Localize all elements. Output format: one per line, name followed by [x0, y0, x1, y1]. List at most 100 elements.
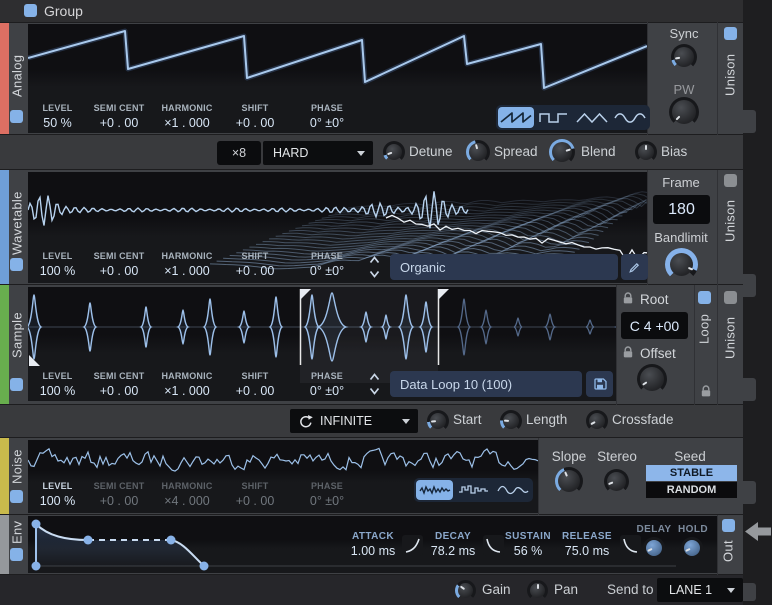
- param-label: HARMONIC: [152, 251, 222, 261]
- param-value: 100 %: [30, 264, 85, 278]
- crossfade-knob[interactable]: [586, 410, 608, 432]
- sample-semi-cent-field[interactable]: SEMI CENT +0 . 00: [88, 371, 150, 398]
- wavetable-phase-field[interactable]: PHASE 0° ±0°: [288, 251, 366, 278]
- loop-enable-checkbox[interactable]: [698, 291, 711, 304]
- route-tab-analog[interactable]: [743, 110, 756, 133]
- wavetable-enable-checkbox[interactable]: [10, 258, 23, 271]
- bandlimit-knob[interactable]: [665, 248, 698, 281]
- analog-unison-checkbox[interactable]: [724, 27, 737, 40]
- attack-field[interactable]: ATTACK 1.00 ms: [345, 531, 401, 558]
- route-tab-sample[interactable]: [743, 378, 756, 401]
- blend-knob[interactable]: [549, 139, 575, 165]
- delay-label: DELAY: [632, 524, 676, 535]
- gain-knob[interactable]: [455, 580, 476, 601]
- wavetable-level-field[interactable]: LEVEL 100 %: [30, 251, 85, 278]
- route-tab-wavetable[interactable]: [743, 274, 756, 297]
- offset-lock-icon[interactable]: [622, 346, 634, 359]
- sample-prev-next-chevrons[interactable]: [368, 370, 381, 398]
- noise-level-field[interactable]: LEVEL 100 %: [30, 481, 85, 508]
- hold-knob[interactable]: [681, 537, 703, 559]
- noise-semi-cent-field[interactable]: SEMI CENT +0 . 00: [88, 481, 150, 508]
- synth-group-panel: Group Analog LEVEL 50 % SEMI CENT +0 . 0…: [0, 0, 772, 605]
- offset-label: Offset: [640, 346, 676, 361]
- sustain-field[interactable]: SUSTAIN 56 %: [500, 531, 556, 558]
- noise-enable-checkbox[interactable]: [10, 490, 23, 503]
- blend-label: Blend: [581, 144, 616, 159]
- stage-label: SUSTAIN: [500, 531, 556, 542]
- sample-enable-checkbox[interactable]: [10, 378, 23, 391]
- delay-knob[interactable]: [643, 537, 665, 559]
- bias-knob[interactable]: [635, 141, 657, 163]
- preset-prev-next-chevrons[interactable]: [368, 253, 381, 281]
- offset-knob[interactable]: [637, 364, 667, 394]
- gain-label: Gain: [482, 582, 511, 597]
- analog-harmonic-field[interactable]: HARMONIC ×1 . 000: [152, 103, 222, 130]
- loop-start-knob[interactable]: [427, 410, 449, 432]
- unison-voices-field[interactable]: ×8: [217, 141, 261, 165]
- route-tab-output[interactable]: [743, 583, 756, 601]
- wavetable-preset-dropdown[interactable]: Organic: [390, 254, 618, 280]
- decay-field[interactable]: DECAY 78.2 ms: [425, 531, 481, 558]
- wavetable-unison-checkbox[interactable]: [724, 174, 737, 187]
- loop-lock-icon[interactable]: [700, 385, 712, 398]
- smooth-noise-icon[interactable]: [494, 480, 531, 500]
- attack-curve-button[interactable]: [402, 535, 423, 556]
- triangle-wave-icon[interactable]: [574, 107, 610, 128]
- analog-phase-field[interactable]: PHASE 0° ±0°: [288, 103, 366, 130]
- sample-unison-checkbox[interactable]: [724, 291, 737, 304]
- noise-wave-icon[interactable]: [416, 480, 453, 500]
- sample-save-button[interactable]: [586, 371, 613, 397]
- env-enable-checkbox[interactable]: [10, 548, 23, 561]
- noise-shift-field[interactable]: SHIFT +0 . 00: [224, 481, 286, 508]
- frame-value-field[interactable]: 180: [653, 195, 710, 224]
- analog-semi-cent-field[interactable]: SEMI CENT +0 . 00: [88, 103, 150, 130]
- param-label: SEMI CENT: [88, 481, 150, 491]
- unison-mode-dropdown[interactable]: HARD: [263, 141, 373, 165]
- root-label: Root: [640, 292, 669, 307]
- out-enable-checkbox[interactable]: [722, 519, 735, 532]
- root-lock-icon[interactable]: [622, 292, 634, 305]
- bias-label: Bias: [661, 144, 687, 159]
- noise-phase-field[interactable]: PHASE 0° ±0°: [288, 481, 366, 508]
- route-tab-noise[interactable]: [743, 481, 756, 504]
- sample-harmonic-field[interactable]: HARMONIC ×1 . 000: [152, 371, 222, 398]
- pw-knob[interactable]: [669, 97, 699, 127]
- detune-knob[interactable]: [383, 141, 405, 163]
- send-to-lane-dropdown[interactable]: LANE 1: [657, 578, 743, 602]
- wavetable-semi-cent-field[interactable]: SEMI CENT +0 . 00: [88, 251, 150, 278]
- seed-stable-button[interactable]: STABLE: [646, 465, 737, 481]
- sample-shift-field[interactable]: SHIFT +0 . 00: [224, 371, 286, 398]
- param-label: PHASE: [288, 371, 366, 381]
- release-curve-button[interactable]: [620, 535, 641, 556]
- seed-random-button[interactable]: RANDOM: [646, 482, 737, 498]
- sample-level-field[interactable]: LEVEL 100 %: [30, 371, 85, 398]
- release-field[interactable]: RELEASE 75.0 ms: [557, 531, 617, 558]
- param-label: PHASE: [288, 103, 366, 113]
- step-noise-icon[interactable]: [455, 480, 492, 500]
- sample-preset-dropdown[interactable]: Data Loop 10 (100): [390, 371, 582, 397]
- wavetable-edit-button[interactable]: [621, 254, 648, 280]
- wavetable-harmonic-field[interactable]: HARMONIC ×1 . 000: [152, 251, 222, 278]
- sample-phase-field[interactable]: PHASE 0° ±0°: [288, 371, 366, 398]
- sine-wave-icon[interactable]: [612, 107, 648, 128]
- sync-knob[interactable]: [671, 44, 697, 70]
- spread-knob[interactable]: [466, 140, 490, 164]
- loop-length-knob[interactable]: [500, 410, 522, 432]
- analog-enable-checkbox[interactable]: [10, 110, 23, 123]
- pan-knob[interactable]: [527, 580, 548, 601]
- analog-shift-field[interactable]: SHIFT +0 . 00: [224, 103, 286, 130]
- env-section-label: Env: [7, 517, 27, 547]
- param-value: +0 . 00: [88, 384, 150, 398]
- analog-level-field[interactable]: LEVEL 50 %: [30, 103, 85, 130]
- stereo-label: Stereo: [588, 449, 646, 464]
- slope-knob[interactable]: [555, 467, 583, 495]
- square-wave-icon[interactable]: [536, 107, 572, 128]
- bandlimit-label: Bandlimit: [644, 230, 718, 245]
- loop-mode-dropdown[interactable]: INFINITE: [290, 409, 418, 433]
- stereo-knob[interactable]: [604, 469, 629, 494]
- group-enable-checkbox[interactable]: [24, 4, 37, 17]
- root-value-field[interactable]: C 4 +00: [621, 312, 688, 339]
- noise-harmonic-field[interactable]: HARMONIC ×4 . 000: [152, 481, 222, 508]
- wavetable-shift-field[interactable]: SHIFT +0 . 00: [224, 251, 286, 278]
- saw-wave-icon[interactable]: [498, 107, 534, 128]
